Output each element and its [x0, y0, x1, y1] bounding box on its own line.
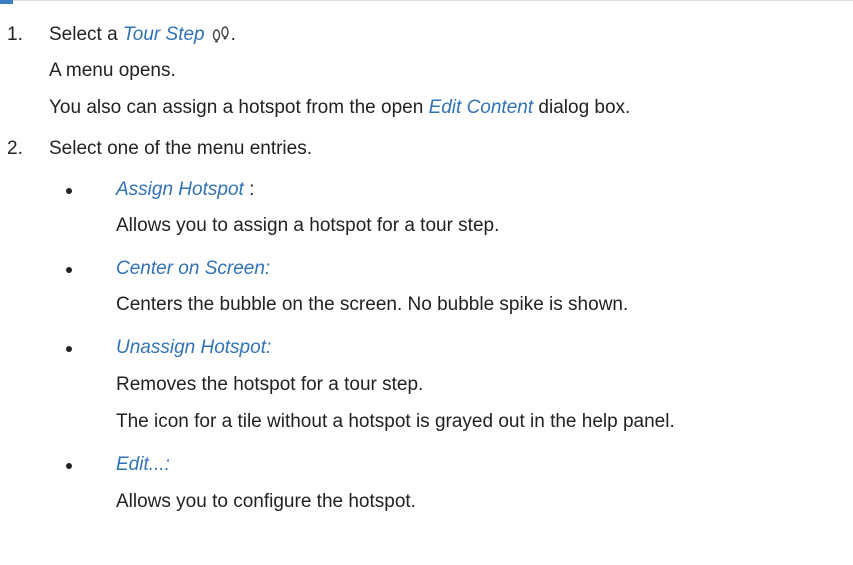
- term-colon: :: [243, 179, 255, 200]
- tour-step-term: Tour Step: [122, 24, 205, 45]
- bullet: [66, 267, 72, 273]
- bullet: [66, 346, 72, 352]
- footsteps-icon: [211, 24, 231, 51]
- entry-description: Allows you to configure the hotspot.: [116, 491, 416, 512]
- edit-term: Edit...:: [116, 454, 170, 475]
- step-number: 2.: [7, 138, 23, 159]
- step-2-instruction: Select one of the menu entries.: [49, 138, 312, 159]
- entry-description: Allows you to assign a hotspot for a tou…: [116, 215, 500, 236]
- section-marker: [0, 0, 13, 4]
- assign-hotspot-term: Assign Hotspot: [116, 179, 244, 200]
- step-1-result: A menu opens.: [49, 60, 176, 81]
- entry-center-on-screen: Center on Screen:: [116, 257, 270, 281]
- step-1-instruction: Select a Tour Step.: [49, 23, 236, 51]
- bullet: [66, 188, 72, 194]
- note-text-after: dialog box.: [533, 97, 631, 118]
- entry-description: Centers the bubble on the screen. No bub…: [116, 294, 629, 315]
- entry-description: Removes the hotspot for a tour step.: [116, 374, 424, 395]
- entry-description: The icon for a tile without a hotspot is…: [116, 411, 675, 432]
- center-on-screen-term: Center on Screen:: [116, 258, 271, 279]
- bullet: [66, 463, 72, 469]
- step-1-suffix: .: [230, 24, 236, 45]
- top-divider: [0, 0, 853, 1]
- step-1-prefix: Select a: [49, 24, 123, 45]
- unassign-hotspot-term: Unassign Hotspot:: [116, 337, 272, 358]
- edit-content-term: Edit Content: [428, 97, 534, 118]
- entry-unassign-hotspot: Unassign Hotspot:: [116, 336, 271, 360]
- entry-edit: Edit...:: [116, 453, 170, 477]
- note-text-before: You also can assign a hotspot from the o…: [49, 97, 429, 118]
- entry-assign-hotspot: Assign Hotspot :: [116, 178, 254, 202]
- step-number: 1.: [7, 24, 23, 45]
- step-1-note: You also can assign a hotspot from the o…: [49, 96, 630, 120]
